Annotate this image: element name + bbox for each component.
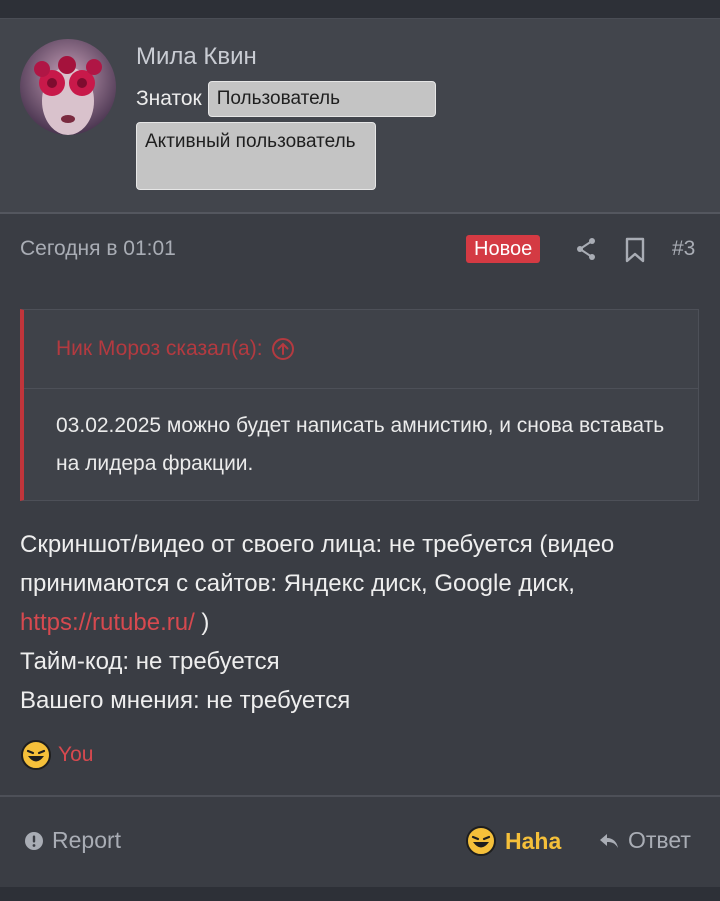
new-badge: Новое — [466, 235, 541, 263]
share-icon[interactable] — [575, 237, 597, 266]
post-meta: Сегодня в 01:01 Новое #3 — [20, 235, 700, 265]
laughing-emoji-icon — [21, 740, 51, 770]
haha-reaction-button[interactable]: Haha — [465, 825, 561, 857]
reply-label: Ответ — [628, 827, 691, 853]
user-badge-2: Активный пользователь — [136, 122, 376, 190]
report-label: Report — [52, 827, 122, 853]
reply-button[interactable]: Ответ — [598, 827, 691, 854]
post-content: Скриншот/видео от своего лица: не требуе… — [20, 525, 710, 720]
bookmark-icon[interactable] — [625, 237, 645, 268]
reaction-you[interactable]: You — [58, 743, 93, 767]
user-badge-1: Пользователь — [207, 81, 436, 117]
reaction-summary[interactable]: You — [20, 739, 93, 771]
content-text-1: Скриншот/видео от своего лица: не требуе… — [20, 531, 615, 597]
user-rank: Знаток — [136, 87, 202, 110]
author-header: Мила Квин Знаток Пользователь Активный п… — [0, 19, 720, 214]
quote-author[interactable]: Ник Мороз сказал(а): — [56, 337, 263, 361]
post-date[interactable]: Сегодня в 01:01 — [20, 237, 176, 261]
alert-icon — [25, 831, 43, 850]
reply-icon — [600, 833, 618, 848]
haha-label: Haha — [505, 827, 562, 854]
arrow-up-circle-icon[interactable] — [271, 337, 295, 361]
rutube-link[interactable]: https://rutube.ru/ — [20, 609, 195, 636]
content-text-1-end: ) — [194, 609, 210, 636]
content-text-2: Тайм-код: не требуется — [20, 648, 280, 675]
post-footer: Report Haha Ответ — [0, 795, 720, 889]
laughing-emoji-icon — [466, 826, 496, 856]
quote-block: Ник Мороз сказал(а): 03.02.2025 можно бу… — [20, 309, 699, 501]
author-name[interactable]: Мила Квин — [136, 43, 257, 71]
rank-row: Знаток Пользователь — [136, 81, 436, 117]
report-button[interactable]: Report — [24, 827, 121, 854]
avatar[interactable] — [20, 39, 116, 135]
quote-text: 03.02.2025 можно будет написать амнистию… — [56, 414, 665, 475]
quote-header[interactable]: Ник Мороз сказал(а): — [24, 310, 698, 389]
post-card: Мила Квин Знаток Пользователь Активный п… — [0, 18, 720, 887]
content-text-3: Вашего мнения: не требуется — [20, 687, 351, 714]
post-number[interactable]: #3 — [672, 237, 695, 261]
